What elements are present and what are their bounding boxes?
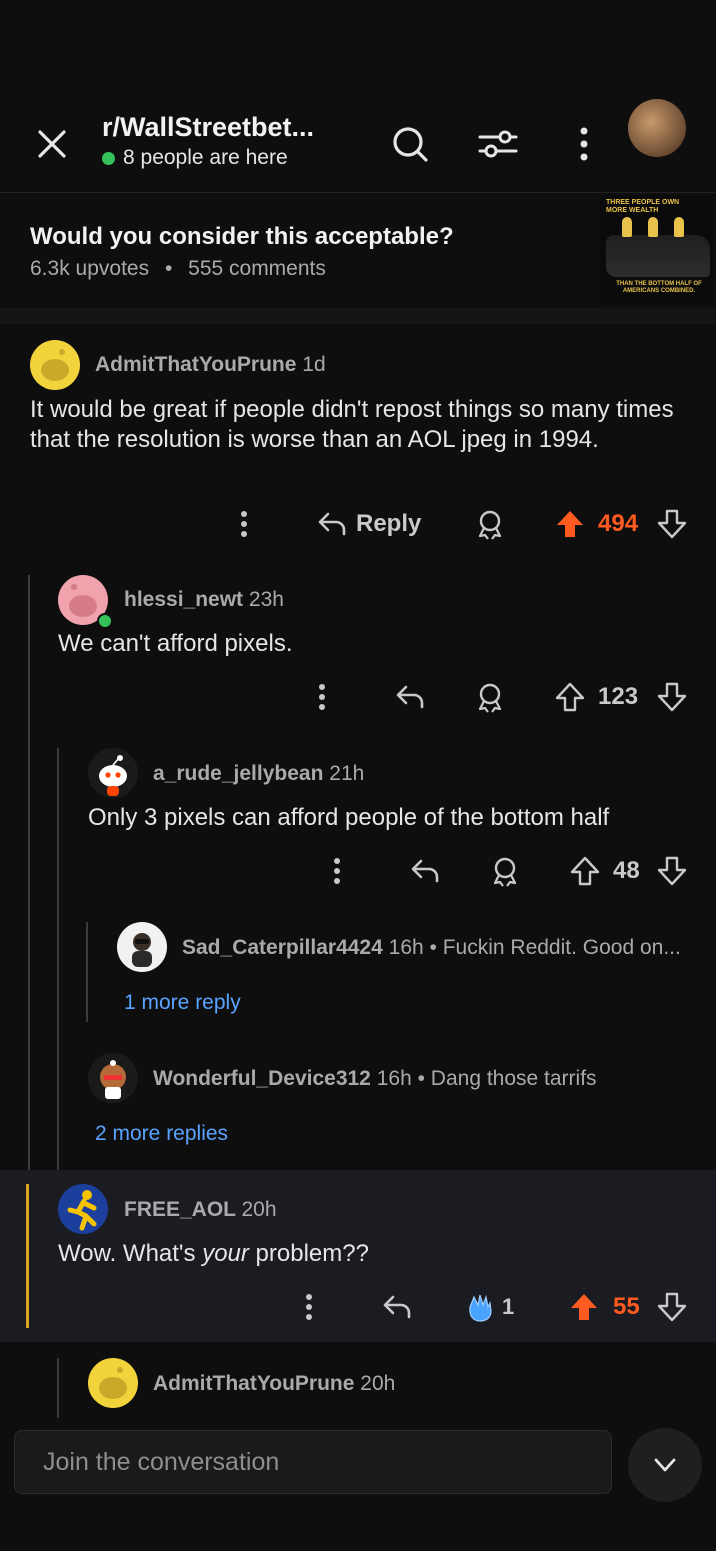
more-options-icon[interactable] [562, 122, 606, 166]
presence-indicator: 8 people are here [102, 146, 288, 170]
award-count: 1 [502, 1294, 515, 1319]
more-options-icon[interactable] [232, 504, 256, 544]
post-title: Would you consider this acceptable? [30, 223, 454, 250]
divider [0, 308, 716, 324]
post-comments-count: 555 comments [188, 257, 326, 280]
user-avatar[interactable] [628, 99, 686, 157]
vote-count: 494 [598, 510, 639, 537]
upvote-icon[interactable] [554, 504, 586, 544]
comment-actions: Reply 494 [0, 504, 716, 544]
downvote-icon[interactable] [656, 851, 688, 891]
thread-line [86, 922, 88, 1022]
comment-author[interactable]: FREE_AOL 20h [124, 1198, 277, 1222]
upvote-icon[interactable] [568, 1287, 600, 1327]
upvote-icon[interactable] [554, 677, 586, 717]
thumbnail-bottom-text: THAN THE BOTTOM HALF OF AMERICANS COMBIN… [616, 281, 702, 294]
comment-actions: 1 55 [0, 1287, 716, 1327]
vote-count: 48 [613, 857, 640, 884]
avatar[interactable] [30, 340, 80, 390]
join-conversation-input[interactable]: Join the conversation [14, 1430, 612, 1494]
search-icon[interactable] [388, 122, 432, 166]
award-icon[interactable] [474, 504, 506, 544]
post-meta: 6.3k upvotes • 555 comments [30, 257, 326, 281]
comment-actions: 123 [0, 677, 716, 717]
aim-running-man-avatar[interactable] [58, 1184, 108, 1234]
more-options-icon[interactable] [325, 851, 349, 891]
award-icon[interactable] [489, 851, 521, 891]
upvote-icon[interactable] [569, 851, 601, 891]
close-icon[interactable] [32, 124, 72, 164]
us-map-shape [606, 235, 710, 277]
reply-icon[interactable] [394, 677, 426, 717]
online-dot-icon [97, 613, 113, 629]
comment-body: It would be great if people didn't repos… [30, 396, 674, 453]
comment-author[interactable]: Wonderful_Device312 16h • Dang those tar… [153, 1067, 597, 1091]
clapping-award-icon[interactable]: 1 [464, 1287, 514, 1327]
thread-line [57, 1358, 59, 1418]
subreddit-name[interactable]: r/WallStreetbet... [102, 112, 314, 143]
avatar[interactable] [117, 922, 167, 972]
thread-line [57, 748, 59, 1170]
comment-author[interactable]: AdmitThatYouPrune 1d [95, 353, 326, 377]
post-summary[interactable]: Would you consider this acceptable? 6.3k… [0, 192, 716, 310]
comment-actions: 48 [0, 851, 716, 891]
comment-author[interactable]: a_rude_jellybean 21h [153, 762, 364, 786]
person-figure-icon [648, 217, 658, 237]
post-thumbnail[interactable]: THREE PEOPLE OWN MORE WEALTH THAN THE BO… [600, 195, 714, 305]
comment-body: Wow. What's your problem?? [58, 1240, 369, 1267]
downvote-icon[interactable] [656, 504, 688, 544]
comment-author[interactable]: AdmitThatYouPrune 20h [153, 1372, 395, 1396]
filter-icon[interactable] [476, 122, 520, 166]
more-replies-link[interactable]: 2 more replies [95, 1122, 228, 1146]
more-options-icon[interactable] [310, 677, 334, 717]
more-options-icon[interactable] [297, 1287, 321, 1327]
comment-author[interactable]: hlessi_newt 23h [124, 588, 284, 612]
meta-separator: • [164, 257, 173, 280]
composer-bar: Join the conversation [0, 1418, 716, 1551]
post-upvotes: 6.3k upvotes [30, 257, 150, 280]
top-bar: r/WallStreetbet... 8 people are here [0, 96, 716, 188]
reply-icon[interactable] [409, 851, 441, 891]
person-figure-icon [622, 217, 632, 237]
avatar[interactable] [88, 1358, 138, 1408]
online-dot-icon [102, 151, 115, 165]
reply-button[interactable]: Reply [316, 504, 421, 544]
comment-author[interactable]: Sad_Caterpillar4424 16h • Fuckin Reddit.… [182, 936, 681, 960]
person-figure-icon [674, 217, 684, 237]
presence-text: 8 people are here [123, 146, 288, 169]
snoo-avatar[interactable] [88, 748, 138, 798]
reply-icon[interactable] [381, 1287, 413, 1327]
reply-label: Reply [356, 510, 422, 537]
more-replies-link[interactable]: 1 more reply [124, 991, 241, 1015]
downvote-icon[interactable] [656, 677, 688, 717]
downvote-icon[interactable] [656, 1287, 688, 1327]
vote-count: 55 [613, 1293, 640, 1320]
avatar[interactable] [88, 1053, 138, 1103]
vote-count: 123 [598, 683, 639, 710]
award-icon[interactable] [474, 677, 506, 717]
comment-body: Only 3 pixels can afford people of the b… [88, 804, 610, 831]
chevron-down-icon[interactable] [628, 1428, 702, 1502]
comment-body: We can't afford pixels. [58, 630, 293, 657]
thumbnail-top-text: THREE PEOPLE OWN MORE WEALTH [606, 199, 680, 214]
